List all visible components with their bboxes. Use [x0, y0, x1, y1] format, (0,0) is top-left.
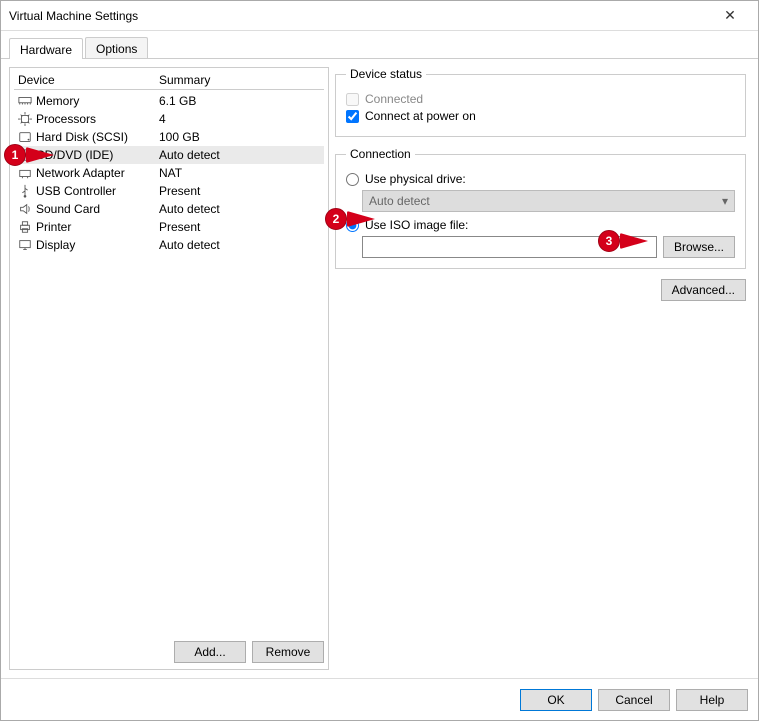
connect-poweron-label[interactable]: Connect at power on [365, 109, 476, 123]
device-summary: Present [159, 220, 324, 234]
display-icon [18, 238, 32, 252]
device-row[interactable]: Processors 4 [14, 110, 324, 128]
use-iso-radio[interactable] [346, 219, 359, 232]
device-status-legend: Device status [346, 67, 426, 81]
remove-button[interactable]: Remove [252, 641, 324, 663]
nic-icon [18, 166, 32, 180]
connected-checkbox [346, 93, 359, 106]
usb-icon [18, 184, 32, 198]
help-button[interactable]: Help [676, 689, 748, 711]
device-row[interactable]: Sound Card Auto detect [14, 200, 324, 218]
device-name: Sound Card [36, 202, 100, 216]
device-summary: 4 [159, 112, 324, 126]
tab-options[interactable]: Options [85, 37, 148, 58]
header-summary: Summary [159, 73, 324, 87]
details-panel: Device status Connected Connect at power… [335, 67, 750, 670]
device-row[interactable]: Network Adapter NAT [14, 164, 324, 182]
device-name: Display [36, 238, 75, 252]
device-summary: 6.1 GB [159, 94, 324, 108]
body: Device Summary Memory 6.1 GB Processors 4 Ha… [1, 59, 758, 678]
device-name: USB Controller [36, 184, 116, 198]
physical-drive-value: Auto detect [369, 194, 430, 208]
connect-poweron-checkbox[interactable] [346, 110, 359, 123]
tab-hardware[interactable]: Hardware [9, 38, 83, 59]
add-button[interactable]: Add... [174, 641, 246, 663]
device-row[interactable]: Memory 6.1 GB [14, 92, 324, 110]
use-physical-row: Use physical drive: [346, 172, 735, 186]
connect-poweron-row: Connect at power on [346, 109, 735, 123]
advanced-button[interactable]: Advanced... [661, 279, 746, 301]
cpu-icon [18, 112, 32, 126]
connected-row: Connected [346, 92, 735, 106]
footer: OK Cancel Help [1, 678, 758, 720]
device-summary: Auto detect [159, 202, 324, 216]
device-row[interactable]: USB Controller Present [14, 182, 324, 200]
disc-icon [18, 148, 32, 162]
device-summary: Auto detect [159, 148, 324, 162]
device-row[interactable]: CD/DVD (IDE) Auto detect [14, 146, 324, 164]
device-panel: Device Summary Memory 6.1 GB Processors 4 Ha… [9, 67, 329, 670]
use-iso-row: Use ISO image file: [346, 218, 735, 232]
device-summary: Auto detect [159, 238, 324, 252]
hdd-icon [18, 130, 32, 144]
device-buttons: Add... Remove [14, 641, 324, 663]
device-name: Hard Disk (SCSI) [36, 130, 128, 144]
ok-button[interactable]: OK [520, 689, 592, 711]
device-list-header: Device Summary [14, 72, 324, 90]
connected-label: Connected [365, 92, 423, 106]
device-name: Memory [36, 94, 79, 108]
device-name: Network Adapter [36, 166, 125, 180]
device-summary: 100 GB [159, 130, 324, 144]
memory-icon [18, 94, 32, 108]
use-physical-label[interactable]: Use physical drive: [365, 172, 466, 186]
device-name: Printer [36, 220, 71, 234]
device-row[interactable]: Printer Present [14, 218, 324, 236]
browse-button[interactable]: Browse... [663, 236, 735, 258]
sound-icon [18, 202, 32, 216]
use-iso-label[interactable]: Use ISO image file: [365, 218, 468, 232]
use-physical-radio[interactable] [346, 173, 359, 186]
printer-icon [18, 220, 32, 234]
device-list: Memory 6.1 GB Processors 4 Hard Disk (SCSI) 1… [14, 92, 324, 635]
header-device: Device [14, 73, 159, 87]
iso-input-row: Browse... [362, 236, 735, 258]
iso-path-input[interactable] [362, 236, 657, 258]
chevron-down-icon: ▾ [722, 194, 728, 208]
connection-group: Connection Use physical drive: Auto dete… [335, 147, 746, 269]
physical-drive-select: Auto detect ▾ [362, 190, 735, 212]
window-title: Virtual Machine Settings [9, 9, 710, 23]
close-icon[interactable]: ✕ [710, 7, 750, 24]
device-summary: Present [159, 184, 324, 198]
advanced-row: Advanced... [335, 279, 746, 301]
connection-legend: Connection [346, 147, 415, 161]
device-summary: NAT [159, 166, 324, 180]
settings-window: Virtual Machine Settings ✕ Hardware Opti… [0, 0, 759, 721]
device-name: CD/DVD (IDE) [36, 148, 113, 162]
tab-bar: Hardware Options [1, 31, 758, 59]
titlebar: Virtual Machine Settings ✕ [1, 1, 758, 31]
device-name: Processors [36, 112, 96, 126]
device-status-group: Device status Connected Connect at power… [335, 67, 746, 137]
device-row[interactable]: Hard Disk (SCSI) 100 GB [14, 128, 324, 146]
cancel-button[interactable]: Cancel [598, 689, 670, 711]
device-row[interactable]: Display Auto detect [14, 236, 324, 254]
